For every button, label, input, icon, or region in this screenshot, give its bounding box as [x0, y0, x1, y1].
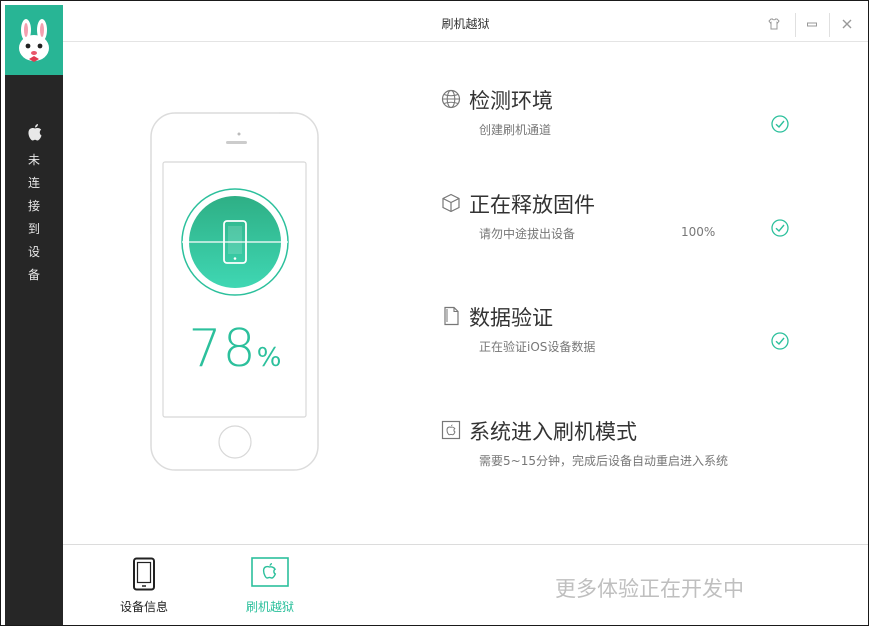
- percent-value: 78: [188, 319, 257, 379]
- titlebar-separator: [795, 13, 796, 37]
- titlebar-separator: [829, 13, 830, 37]
- step-percent: 100%: [681, 225, 716, 239]
- status-char: 未: [27, 153, 40, 167]
- coming-soon-text: 更多体验正在开发中: [555, 577, 744, 601]
- title-bar: 刷机越狱: [63, 5, 868, 42]
- device-status-text: 未 连 接 到 设 备: [5, 149, 63, 287]
- bottom-nav: 设备信息 刷机越狱 更多体验正在开发中: [63, 544, 868, 625]
- window-title: 刷机越狱: [441, 17, 490, 31]
- step-title: 系统进入刷机模式: [469, 420, 637, 444]
- flash-jailbreak-button[interactable]: 刷机越狱: [230, 545, 310, 625]
- globe-icon: [441, 89, 461, 109]
- box-icon: [442, 193, 460, 213]
- minimize-icon: [807, 22, 817, 27]
- phone-icon: [133, 557, 155, 591]
- app-window: 未 连 接 到 设 备 刷机越狱 78% 检测环境 创建刷机通道 正在释放固件 …: [0, 0, 869, 626]
- apple-icon: [28, 124, 42, 141]
- flash-jailbreak-label: 刷机越狱: [245, 600, 294, 614]
- status-char: 接: [27, 199, 40, 213]
- step-subtitle: 正在验证iOS设备数据: [479, 340, 596, 354]
- status-char: 到: [27, 222, 40, 236]
- shirt-icon: [768, 18, 780, 30]
- apple-box-icon: [441, 420, 461, 440]
- minimize-button[interactable]: [799, 13, 825, 35]
- step-title: 检测环境: [469, 89, 553, 113]
- status-char: 连: [27, 176, 40, 190]
- step-title: 正在释放固件: [469, 193, 595, 217]
- status-char: 备: [27, 268, 40, 282]
- check-circle-icon: [771, 332, 789, 350]
- document-icon: [444, 306, 459, 326]
- step-title: 数据验证: [469, 306, 553, 330]
- check-circle-icon: [771, 219, 789, 237]
- device-info-label: 设备信息: [119, 600, 168, 614]
- rabbit-logo-icon: [19, 19, 49, 62]
- progress-percent: 78%: [165, 319, 305, 379]
- close-icon: [842, 19, 852, 29]
- step-subtitle: 需要5~15分钟，完成后设备自动重启进入系统: [479, 454, 728, 468]
- device-info-button[interactable]: 设备信息: [104, 545, 184, 625]
- step-subtitle: 创建刷机通道: [479, 123, 552, 137]
- close-button[interactable]: [834, 13, 860, 35]
- status-char: 设: [27, 245, 40, 259]
- check-circle-icon: [771, 115, 789, 133]
- apple-tab-icon: [251, 557, 289, 587]
- percent-sign: %: [256, 343, 282, 373]
- sidebar: 未 连 接 到 设 备: [5, 5, 63, 625]
- app-logo: [5, 5, 63, 75]
- step-subtitle: 请勿中途拔出设备: [479, 227, 576, 241]
- phone-illustration: [150, 112, 319, 471]
- skin-button[interactable]: [761, 13, 787, 35]
